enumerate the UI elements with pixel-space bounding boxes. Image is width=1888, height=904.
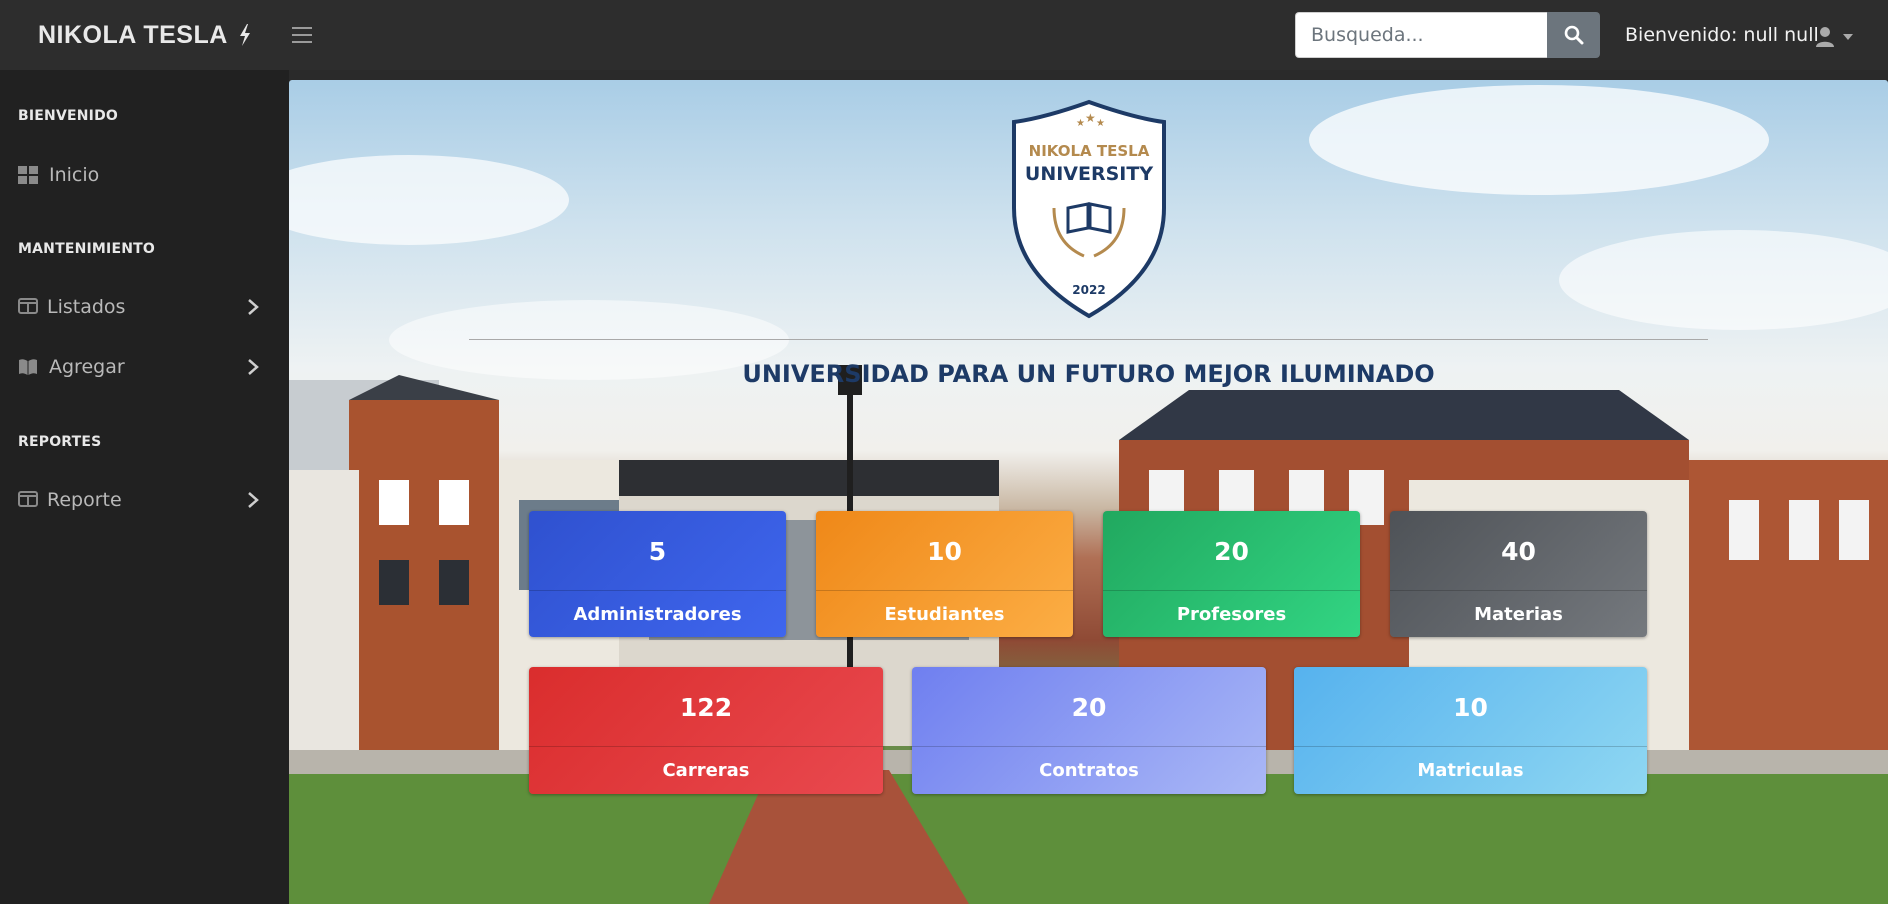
bolt-icon [239,24,250,46]
svg-text:★: ★ [1096,118,1105,129]
sidebar-toggle-icon[interactable] [292,27,312,43]
stat-card-contratos[interactable]: 20 Contratos [912,667,1266,794]
chevron-down-icon [1843,34,1853,40]
top-navbar: NIKOLA TESLA Bienvenido: null null [0,0,1888,70]
chevron-right-icon [248,299,259,315]
stat-card-matriculas[interactable]: 10 Matriculas [1294,667,1647,794]
sidebar-item-label: Inicio [49,164,100,186]
sidebar-item-label: Agregar [49,356,125,378]
columns-icon [18,491,38,507]
stat-value: 20 [1214,536,1249,566]
stat-label: Administradores [573,603,742,625]
stat-label: Carreras [662,759,750,781]
user-menu-dropdown[interactable] [1815,24,1853,50]
book-open-icon [19,359,37,375]
search-icon [1564,25,1583,45]
sidebar-item-listados[interactable]: Listados [0,285,289,329]
search-input[interactable] [1295,12,1547,58]
stat-label: Estudiantes [884,603,1005,625]
svg-text:★: ★ [1085,111,1096,125]
stat-value: 5 [648,536,667,566]
sidebar-item-label: Reporte [47,489,122,511]
columns-icon [18,298,38,314]
stat-label: Contratos [1039,759,1139,781]
stat-card-materias[interactable]: 40 Materias [1390,511,1647,637]
hero-divider [469,339,1708,340]
sidebar-heading: REPORTES [18,434,102,450]
sidebar-heading: MANTENIMIENTO [18,241,155,257]
stat-label: Materias [1474,603,1563,625]
stat-value: 10 [927,536,962,566]
stat-value: 122 [679,692,733,722]
sidebar: BIENVENIDO Inicio MANTENIMIENTO Listados… [0,70,289,904]
sidebar-item-label: Listados [47,296,126,318]
stat-card-profesores[interactable]: 20 Profesores [1103,511,1360,637]
svg-text:★: ★ [1076,118,1085,129]
stat-label: Matriculas [1417,759,1524,781]
sidebar-item-agregar[interactable]: Agregar [0,345,289,389]
chevron-right-icon [248,492,259,508]
stat-value: 10 [1453,692,1488,722]
logo-line2: UNIVERSITY [1025,163,1153,185]
stat-value: 20 [1071,692,1107,722]
stat-value: 40 [1501,536,1536,566]
sidebar-heading: BIENVENIDO [18,108,119,124]
stat-card-administradores[interactable]: 5 Administradores [529,511,786,637]
stat-card-carreras[interactable]: 122 Carreras [529,667,883,794]
stat-card-estudiantes[interactable]: 10 Estudiantes [816,511,1073,637]
logo-year: 2022 [1072,283,1105,297]
logo-line1: NIKOLA TESLA [1029,142,1150,160]
stat-label: Profesores [1176,603,1287,625]
welcome-text: Bienvenido: null null [1625,24,1819,46]
dashboard-icon [18,166,38,184]
chevron-right-icon [248,359,259,375]
user-icon [1816,27,1834,47]
university-logo: ★ ★ ★ NIKOLA TESLA UNIVERSITY 2022 [1012,99,1166,319]
search-form [1295,12,1600,58]
main-content: ★ ★ ★ NIKOLA TESLA UNIVERSITY 2022 UNIVE… [289,80,1888,904]
brand[interactable]: NIKOLA TESLA [38,0,252,70]
sidebar-item-inicio[interactable]: Inicio [0,153,289,197]
brand-name: NIKOLA TESLA [38,20,228,49]
hero-tagline: UNIVERSIDAD PARA UN FUTURO MEJOR ILUMINA… [742,360,1435,388]
search-button[interactable] [1547,12,1600,58]
sidebar-item-reporte[interactable]: Reporte [0,478,289,522]
